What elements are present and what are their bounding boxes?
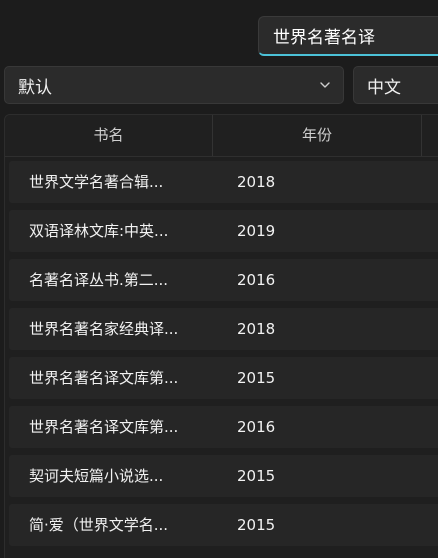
book-year-cell: 2015: [237, 369, 276, 387]
book-year-cell: 2019: [237, 222, 276, 240]
book-year-cell: 2016: [237, 271, 276, 289]
book-name-cell: 世界名著名家经典译...: [29, 320, 179, 338]
table-row[interactable]: 世界名著名家经典译... 2018: [9, 308, 438, 350]
search-box[interactable]: [258, 16, 438, 56]
book-name-cell: 名著名译丛书.第二...: [29, 271, 169, 289]
table-row[interactable]: 世界名著名译文库第... 2016: [9, 406, 438, 448]
table-row[interactable]: 世界文学名著合辑... 2018: [9, 161, 438, 203]
column-header-year[interactable]: 年份: [213, 115, 421, 156]
language-dropdown-value: 中文: [367, 77, 401, 98]
table-row[interactable]: 契诃夫短篇小说选... 2015: [9, 455, 438, 497]
app-window: 默认 中文 书名 年份 世界文学名著合辑... 2018 双语译林文库:中英..…: [0, 0, 438, 558]
results-table: 书名 年份 世界文学名著合辑... 2018 双语译林文库:中英... 2019…: [4, 114, 438, 558]
table-header: 书名 年份: [5, 115, 438, 157]
sort-dropdown[interactable]: 默认: [4, 66, 344, 104]
book-year-cell: 2015: [237, 516, 276, 534]
table-row[interactable]: 双语译林文库:中英... 2019: [9, 210, 438, 252]
book-name-cell: 世界名著名译文库第...: [29, 369, 179, 387]
book-name-cell: 世界文学名著合辑...: [29, 173, 164, 191]
table-row[interactable]: 名著名译丛书.第二... 2016: [9, 259, 438, 301]
column-header-name[interactable]: 书名: [5, 115, 212, 156]
language-dropdown[interactable]: 中文: [353, 66, 438, 104]
book-name-cell: 简·爱（世界文学名...: [29, 516, 169, 534]
search-input[interactable]: [273, 25, 423, 46]
book-year-cell: 2015: [237, 467, 276, 485]
book-year-cell: 2018: [237, 173, 276, 191]
book-name-cell: 世界名著名译文库第...: [29, 418, 179, 436]
book-year-cell: 2016: [237, 418, 276, 436]
sort-dropdown-value: 默认: [18, 77, 52, 98]
book-name-cell: 契诃夫短篇小说选...: [29, 467, 164, 485]
table-row[interactable]: 简·爱（世界文学名... 2015: [9, 504, 438, 546]
table-row[interactable]: 世界名著名译文库第... 2015: [9, 357, 438, 399]
column-divider[interactable]: [421, 115, 422, 156]
chevron-down-icon: [320, 82, 330, 88]
book-year-cell: 2018: [237, 320, 276, 338]
book-name-cell: 双语译林文库:中英...: [29, 222, 169, 240]
